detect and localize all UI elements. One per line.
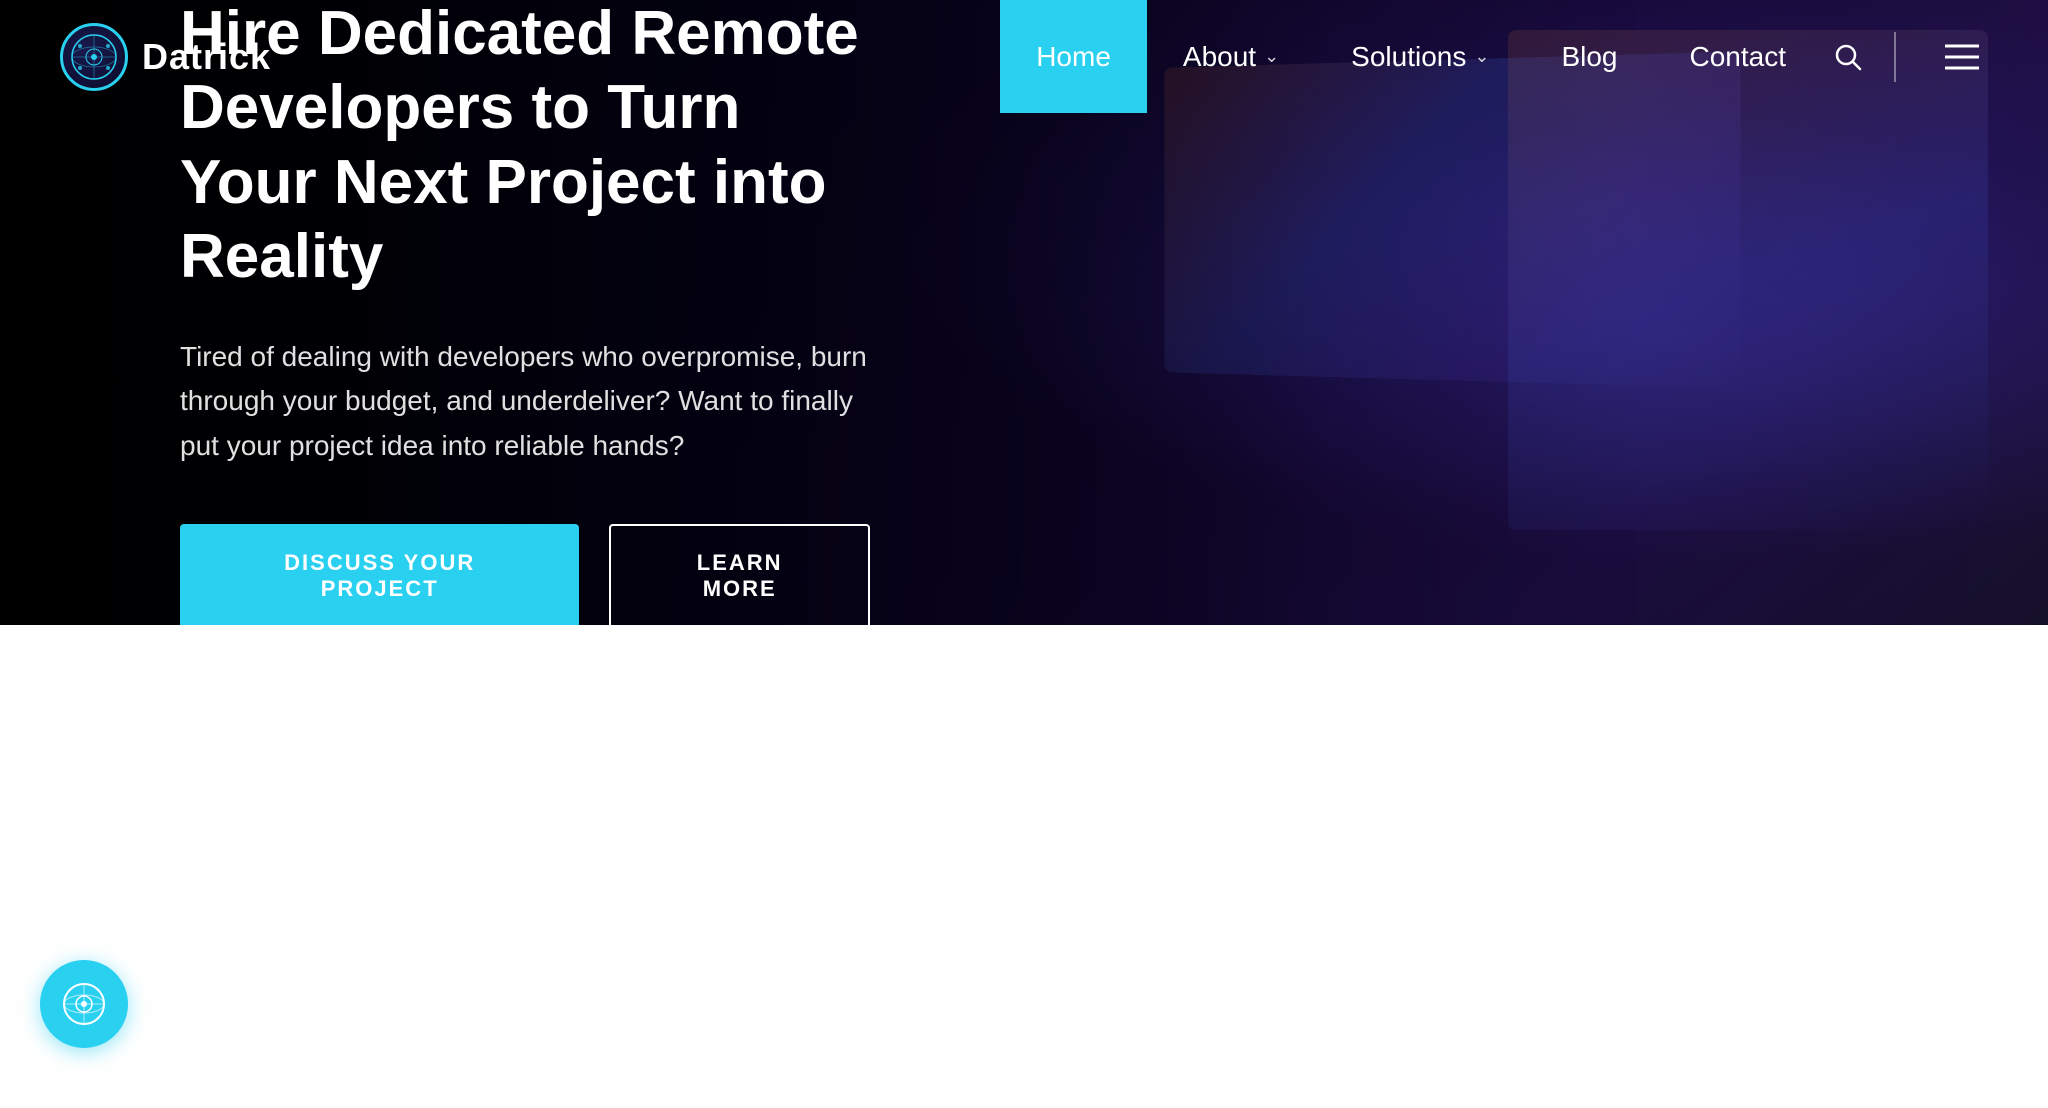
below-hero-section (0, 625, 2048, 1108)
nav-item-blog[interactable]: Blog (1525, 0, 1653, 113)
nav-links: Home About ⌄ Solutions ⌄ Blog Contact (1000, 0, 1988, 113)
logo[interactable]: Datrick (60, 23, 271, 91)
nav-item-home[interactable]: Home (1000, 0, 1147, 113)
nav-item-solutions[interactable]: Solutions ⌄ (1315, 0, 1525, 113)
search-button[interactable] (1822, 31, 1874, 83)
hero-subtitle: Tired of dealing with developers who ove… (180, 335, 870, 469)
nav-divider (1894, 32, 1896, 82)
nav-item-about[interactable]: About ⌄ (1147, 0, 1315, 113)
nav-item-contact[interactable]: Contact (1654, 0, 1823, 113)
logo-icon (60, 23, 128, 91)
chat-widget-button[interactable] (40, 960, 128, 1048)
discuss-project-button[interactable]: DISCUSS YOUR PROJECT (180, 524, 579, 625)
chevron-down-icon: ⌄ (1474, 46, 1489, 67)
learn-more-button[interactable]: LEARN MORE (609, 524, 870, 625)
hero-buttons: DISCUSS YOUR PROJECT LEARN MORE (180, 524, 870, 625)
hamburger-menu-button[interactable] (1936, 31, 1988, 83)
navbar: Datrick Home About ⌄ Solutions ⌄ Blog Co… (0, 0, 2048, 113)
chevron-down-icon: ⌄ (1264, 46, 1279, 67)
logo-text: Datrick (142, 36, 271, 78)
